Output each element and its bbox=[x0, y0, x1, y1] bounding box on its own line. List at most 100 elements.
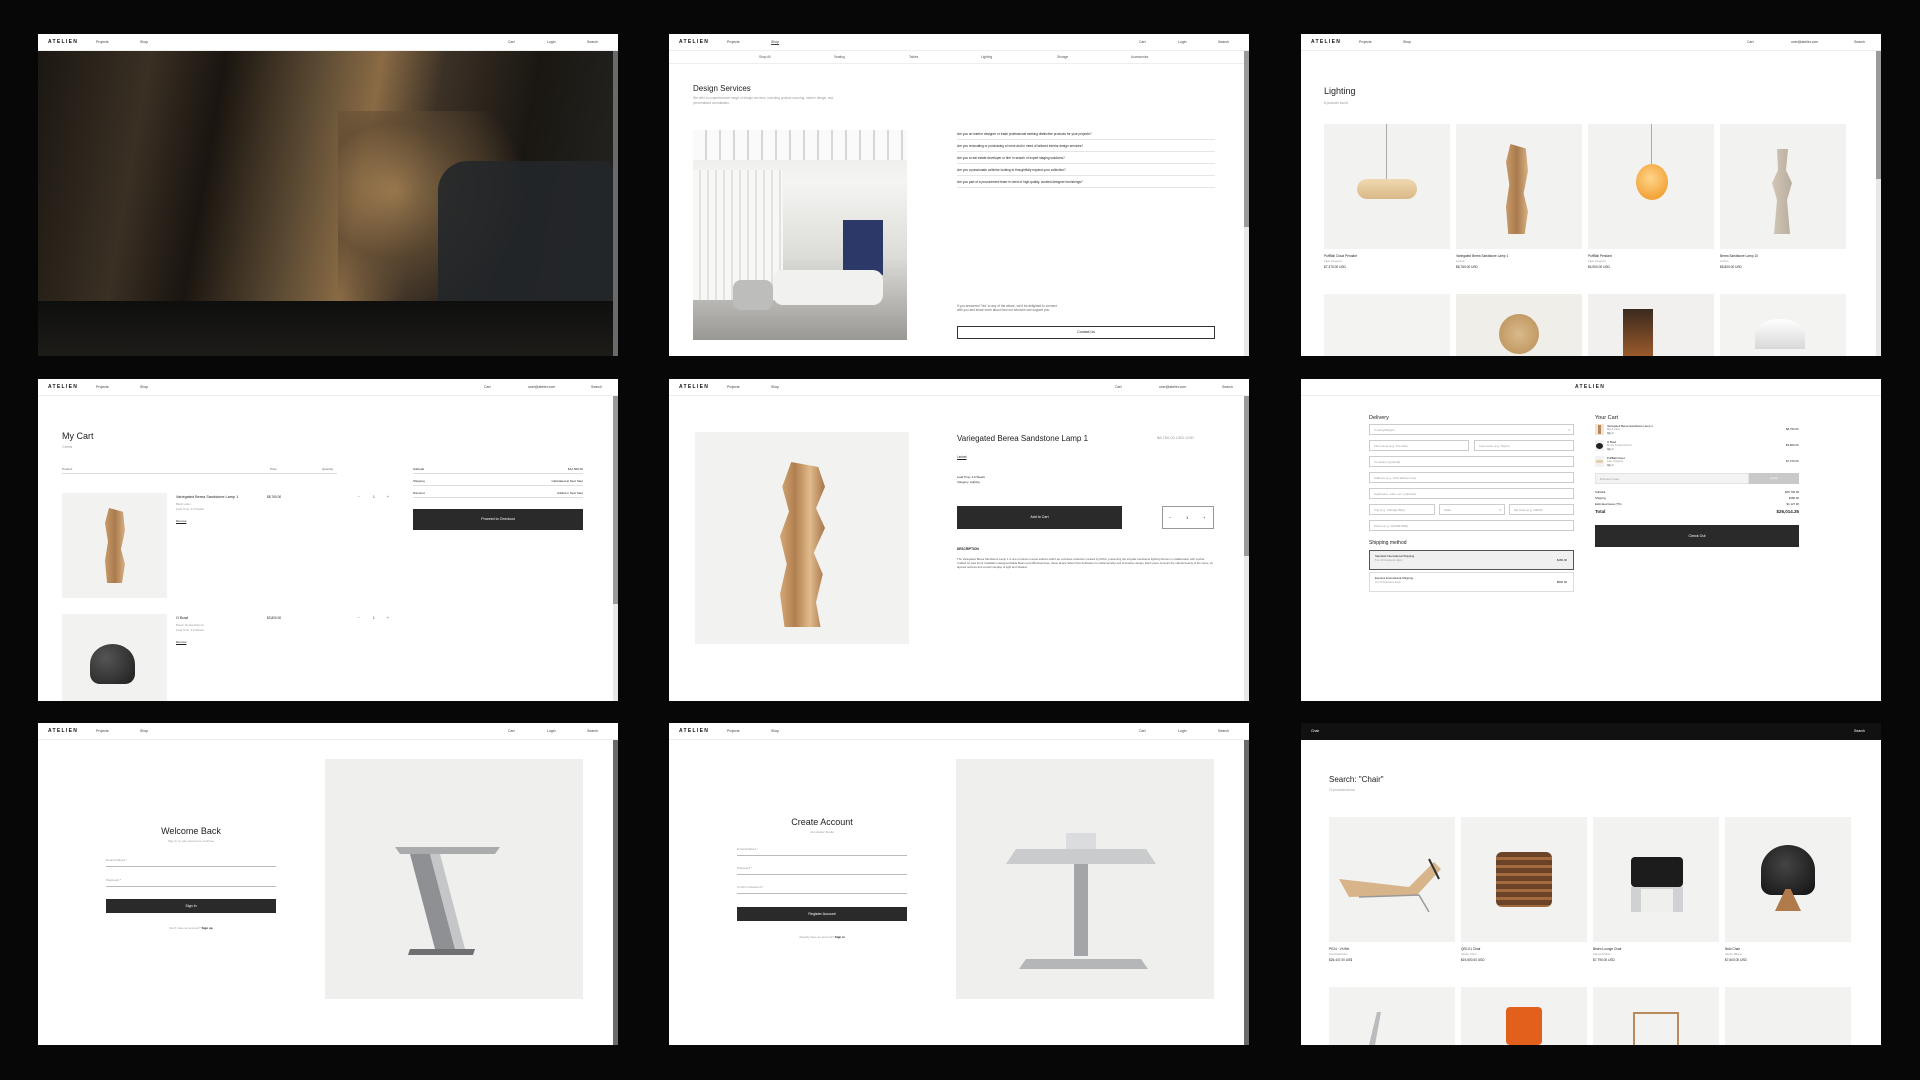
nav-cart[interactable]: Cart bbox=[508, 729, 515, 733]
nav-search[interactable]: Search bbox=[587, 729, 598, 733]
address-field[interactable]: Address (e.g. 123 Harbour Ave) bbox=[1369, 472, 1574, 483]
subnav-item[interactable]: Lighting bbox=[981, 55, 992, 59]
nav-cart[interactable]: Cart bbox=[508, 40, 515, 44]
nav-cart[interactable]: Cart bbox=[1139, 40, 1146, 44]
discount-code-field[interactable]: Discount code bbox=[1595, 473, 1749, 484]
product-name[interactable]: Berea Sandstone Lamp 10 bbox=[1720, 254, 1758, 258]
product-image[interactable] bbox=[1593, 987, 1719, 1045]
nav-cart[interactable]: Cart bbox=[1139, 729, 1146, 733]
product-image[interactable] bbox=[1593, 817, 1719, 942]
contact-button[interactable]: Contact Us bbox=[957, 326, 1215, 339]
logo[interactable]: ATELIEN bbox=[679, 728, 709, 734]
nav-shop[interactable]: Shop bbox=[1403, 40, 1411, 44]
checkout-button[interactable]: Check Out bbox=[1595, 525, 1799, 547]
cart-item-name[interactable]: O Bowl bbox=[176, 616, 188, 620]
product-image[interactable] bbox=[1725, 817, 1851, 942]
apartment-field[interactable]: Apartment, suite, etc. (optional) bbox=[1369, 488, 1574, 499]
nav-login[interactable]: Login bbox=[547, 729, 556, 733]
scrollbar[interactable] bbox=[1244, 723, 1249, 1045]
nav-search[interactable]: Search bbox=[1854, 40, 1865, 44]
logo[interactable]: ATELIEN bbox=[1575, 384, 1605, 390]
city-field[interactable]: City (e.g. Chicago Bay) bbox=[1369, 504, 1435, 515]
product-name[interactable]: PuffBall Cloud Pendant bbox=[1324, 254, 1357, 258]
search-input[interactable]: Chair bbox=[1311, 729, 1319, 733]
cart-item-image[interactable] bbox=[62, 493, 167, 598]
remove-link[interactable]: Remove bbox=[176, 519, 186, 523]
nav-shop[interactable]: Shop bbox=[140, 729, 148, 733]
qty-value[interactable]: 1 bbox=[373, 616, 375, 620]
nav-projects[interactable]: Projects bbox=[1359, 40, 1372, 44]
product-image[interactable] bbox=[1725, 987, 1851, 1045]
confirm-password-field[interactable]: Confirm Password * bbox=[737, 885, 907, 894]
nav-search[interactable]: Search bbox=[1218, 729, 1229, 733]
apply-discount-button[interactable]: Apply bbox=[1749, 473, 1799, 484]
qty-minus[interactable]: − bbox=[358, 495, 360, 499]
nav-projects[interactable]: Projects bbox=[727, 385, 740, 389]
nav-shop[interactable]: Shop bbox=[771, 385, 779, 389]
nav-shop[interactable]: Shop bbox=[140, 40, 148, 44]
logo[interactable]: ATELIEN bbox=[679, 39, 709, 45]
nav-search[interactable]: Search bbox=[587, 40, 598, 44]
qty-value[interactable]: 1 bbox=[373, 495, 375, 499]
nav-account[interactable]: user@atelier.com bbox=[1791, 40, 1818, 44]
country-select[interactable]: Country/Region ▾ bbox=[1369, 424, 1574, 435]
nav-projects[interactable]: Projects bbox=[727, 729, 740, 733]
product-image[interactable] bbox=[1456, 124, 1582, 249]
product-image[interactable] bbox=[1461, 817, 1587, 942]
nav-cart[interactable]: Cart bbox=[484, 385, 491, 389]
nav-login[interactable]: Login bbox=[547, 40, 556, 44]
product-image[interactable] bbox=[1329, 817, 1455, 942]
product-main-image[interactable] bbox=[695, 432, 909, 644]
phone-field[interactable]: Phone (e.g. 1234567890) bbox=[1369, 520, 1574, 531]
last-name-field[interactable]: Last name (e.g. Taylor) bbox=[1474, 440, 1574, 451]
sign-in-button[interactable]: Sign In bbox=[106, 899, 276, 913]
scrollbar[interactable] bbox=[1244, 379, 1249, 701]
checkout-button[interactable]: Proceed to Checkout bbox=[413, 509, 583, 530]
search-button[interactable]: Search bbox=[1854, 729, 1865, 733]
company-field[interactable]: Company (optional) bbox=[1369, 456, 1574, 467]
shipping-option-express[interactable]: Express International Shipping 3 to 5 bu… bbox=[1369, 572, 1574, 592]
nav-login[interactable]: Login bbox=[1178, 40, 1187, 44]
scrollbar[interactable] bbox=[613, 34, 618, 356]
shipping-option-standard[interactable]: Standard International Shipping 5 to 10 … bbox=[1369, 550, 1574, 570]
product-image[interactable] bbox=[1720, 124, 1846, 249]
state-select[interactable]: State ▾ bbox=[1439, 504, 1505, 515]
scrollbar[interactable] bbox=[1244, 34, 1249, 356]
add-to-cart-button[interactable]: Add to Cart bbox=[957, 506, 1122, 529]
subnav-item[interactable]: Seating bbox=[834, 55, 845, 59]
product-image[interactable] bbox=[1588, 124, 1714, 249]
email-field[interactable]: Email Address * bbox=[737, 847, 907, 856]
product-name[interactable]: Variegated Berea Sandstone Lamp 1 bbox=[1456, 254, 1508, 258]
faq-item[interactable]: Are you part of a procurement team in ne… bbox=[957, 180, 1215, 188]
subnav-item[interactable]: Shop All bbox=[759, 55, 771, 59]
product-name[interactable]: QRJ-01 Chair bbox=[1461, 947, 1481, 951]
product-name[interactable]: Bearn Lounge Chair bbox=[1593, 947, 1622, 951]
nav-cart[interactable]: Cart bbox=[1115, 385, 1122, 389]
qty-plus[interactable]: + bbox=[387, 616, 389, 620]
subnav-item[interactable]: Accessories bbox=[1131, 55, 1148, 59]
nav-projects[interactable]: Projects bbox=[727, 40, 740, 44]
nav-search[interactable]: Search bbox=[1218, 40, 1229, 44]
qty-value[interactable]: 1 bbox=[1186, 515, 1188, 520]
qty-minus[interactable]: − bbox=[358, 616, 360, 620]
product-image[interactable] bbox=[1588, 294, 1714, 356]
logo[interactable]: ATELIEN bbox=[48, 39, 78, 45]
password-field[interactable]: Password * bbox=[106, 878, 276, 887]
signup-link[interactable]: Sign up bbox=[202, 926, 213, 930]
remove-link[interactable]: Remove bbox=[176, 640, 186, 644]
scrollbar[interactable] bbox=[1876, 34, 1881, 356]
nav-projects[interactable]: Projects bbox=[96, 729, 109, 733]
nav-shop[interactable]: Shop bbox=[771, 40, 779, 44]
scrollbar[interactable] bbox=[613, 723, 618, 1045]
qty-minus[interactable]: − bbox=[1169, 515, 1171, 520]
qty-plus[interactable]: + bbox=[1203, 515, 1205, 520]
nav-search[interactable]: Search bbox=[591, 385, 602, 389]
product-image[interactable] bbox=[1461, 987, 1587, 1045]
nav-login[interactable]: Login bbox=[1178, 729, 1187, 733]
scrollbar[interactable] bbox=[613, 379, 618, 701]
product-image[interactable] bbox=[1324, 294, 1450, 356]
nav-projects[interactable]: Projects bbox=[96, 385, 109, 389]
nav-search[interactable]: Search bbox=[1222, 385, 1233, 389]
logo[interactable]: ATELIEN bbox=[679, 384, 709, 390]
register-button[interactable]: Register Account bbox=[737, 907, 907, 921]
